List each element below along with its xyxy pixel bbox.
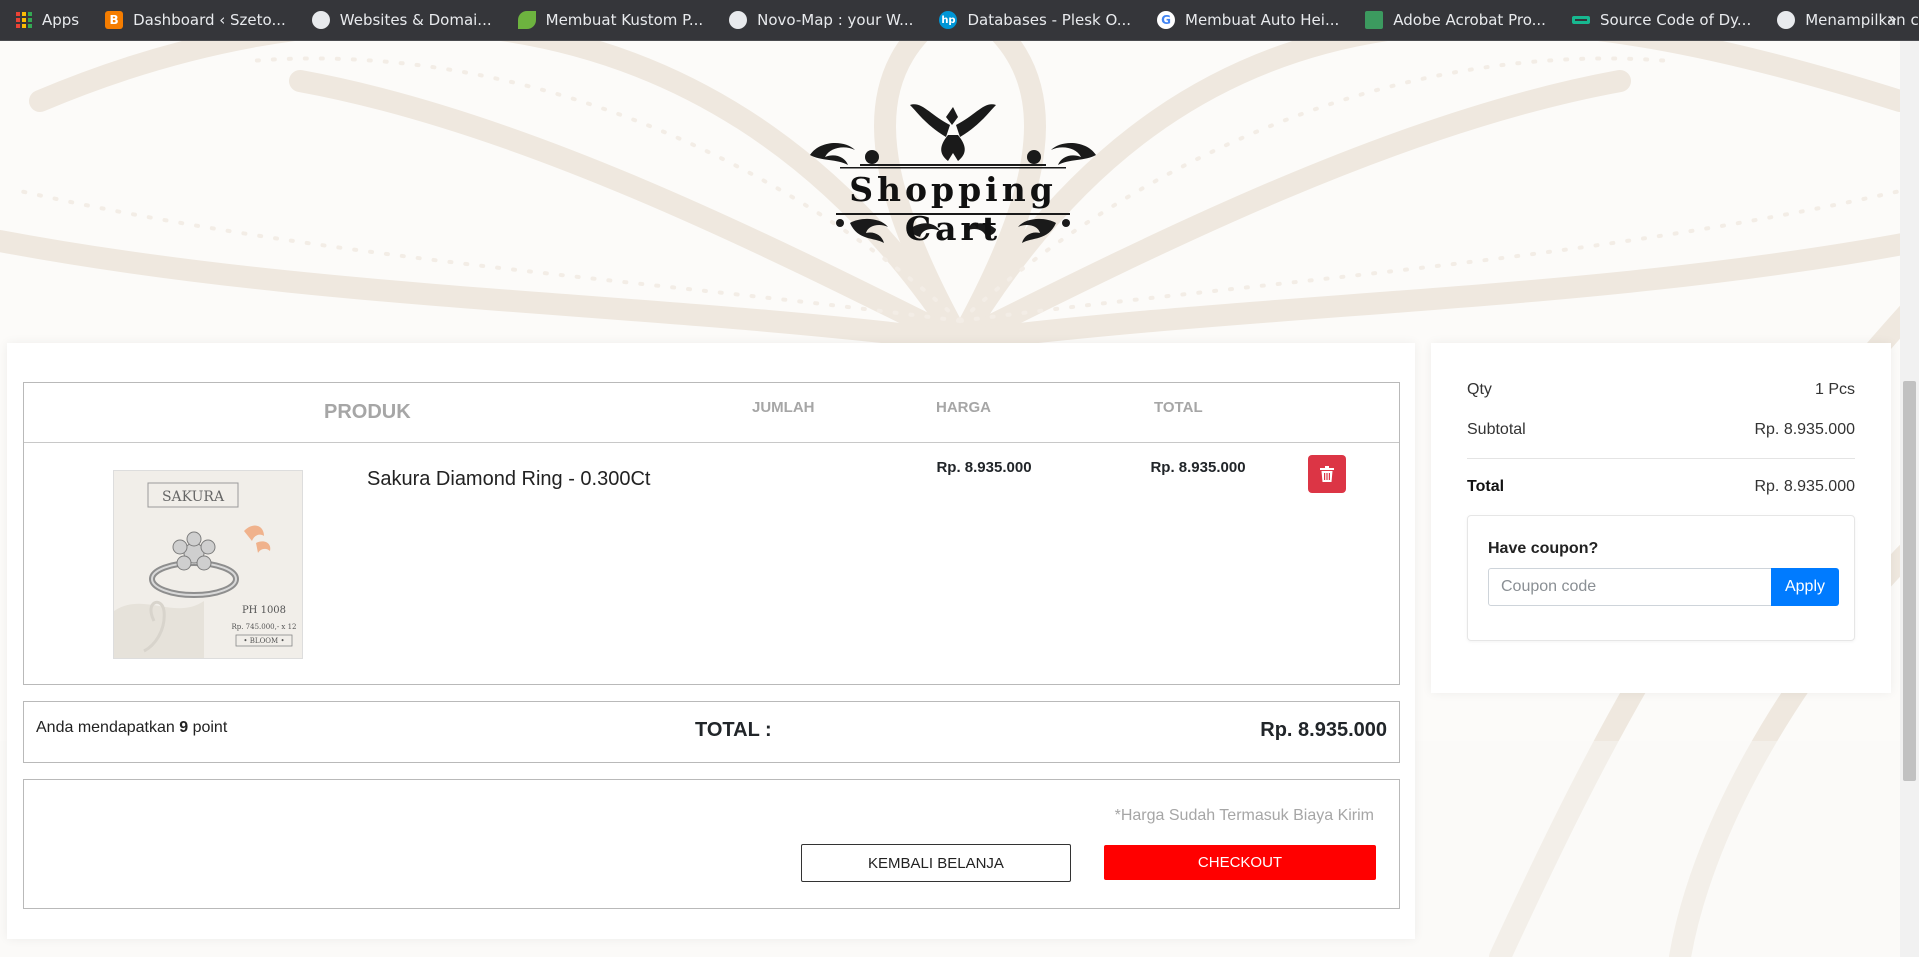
page-scrollbar[interactable] — [1900, 41, 1919, 957]
shipping-note: *Harga Sudah Termasuk Biaya Kirim — [1114, 807, 1374, 824]
points-prefix: Anda mendapatkan — [36, 719, 180, 736]
points-suffix: point — [188, 719, 228, 736]
subtotal-value: Rp. 8.935.000 — [1754, 421, 1855, 438]
points-value: 9 — [179, 719, 189, 736]
coupon-input[interactable] — [1488, 568, 1772, 606]
page-title: Shopping Cart — [849, 170, 1057, 248]
cart-table-header: PRODUK JUMLAH HARGA TOTAL — [24, 383, 1399, 443]
bookmark-membuat-kustom[interactable]: Membuat Kustom P... — [517, 11, 704, 29]
bookmark-auto-height[interactable]: G Membuat Auto Hei... — [1157, 11, 1339, 29]
trash-icon — [1320, 466, 1334, 482]
globe-icon — [729, 11, 748, 29]
bookmark-acrobat[interactable]: Adobe Acrobat Pro... — [1365, 11, 1546, 29]
scrollbar-thumb[interactable] — [1903, 381, 1916, 781]
column-header-produk: PRODUK — [324, 401, 411, 423]
cart-card: PRODUK JUMLAH HARGA TOTAL SAKURA PH 1008… — [7, 343, 1415, 939]
points-text: Anda mendapatkan 9 point — [36, 719, 227, 737]
bookmark-label: Menampilkan chec... — [1805, 11, 1919, 29]
shopping-cart-logo: Shopping Cart — [800, 95, 1106, 255]
bookmark-label: Websites & Domai... — [339, 11, 492, 29]
summary-total-label: Total — [1467, 478, 1505, 495]
bookmark-apps[interactable]: Apps — [16, 11, 79, 29]
image-brand-text: SAKURA — [162, 489, 225, 505]
globe-icon — [311, 11, 330, 29]
acrobat-icon — [1365, 11, 1384, 29]
apps-grid-icon — [16, 12, 32, 28]
total-label: TOTAL : — [695, 719, 772, 741]
hp-icon: hp — [939, 11, 958, 29]
order-summary-card: Qty 1 Pcs Subtotal Rp. 8.935.000 Total R… — [1431, 343, 1891, 693]
delete-item-button[interactable] — [1308, 455, 1346, 493]
bookmark-label: Apps — [42, 11, 80, 29]
bookmarks-bar: Apps B Dashboard ‹ Szeto... Websites & D… — [0, 0, 1919, 41]
cart-table: PRODUK JUMLAH HARGA TOTAL SAKURA PH 1008… — [23, 382, 1400, 685]
code-icon — [1571, 16, 1590, 24]
image-price-text: Rp. 745.000,- x 12 — [231, 623, 296, 631]
coupon-title: Have coupon? — [1488, 540, 1599, 557]
bookmark-label: Membuat Auto Hei... — [1185, 11, 1340, 29]
column-header-total: TOTAL — [1154, 399, 1203, 416]
qty-label: Qty — [1467, 381, 1492, 398]
checkout-button[interactable]: CHECKOUT — [1104, 845, 1376, 880]
summary-total-value: Rp. 8.935.000 — [1754, 478, 1855, 495]
bookmark-label: Databases - Plesk O... — [967, 11, 1132, 29]
bookmark-databases[interactable]: hp Databases - Plesk O... — [939, 11, 1131, 29]
subtotal-label: Subtotal — [1467, 421, 1526, 438]
image-tag-text: • BLOOM • — [243, 637, 284, 645]
ring-product-image: SAKURA PH 1008 Rp. 745.000,- x 12 • BLOO… — [114, 471, 302, 658]
blogger-icon: B — [105, 11, 124, 29]
product-total: Rp. 8.935.000 — [1150, 459, 1246, 476]
bookmark-novo-map[interactable]: Novo-Map : your W... — [729, 11, 913, 29]
bookmark-menampilkan[interactable]: Menampilkan chec... — [1777, 11, 1919, 29]
bookmarks-more-button[interactable]: » — [1887, 9, 1897, 28]
bookmark-label: Membuat Kustom P... — [545, 11, 704, 29]
cart-actions: *Harga Sudah Termasuk Biaya Kirim KEMBAL… — [23, 779, 1400, 909]
bookmark-label: Novo-Map : your W... — [757, 11, 914, 29]
bookmark-websites[interactable]: Websites & Domai... — [311, 11, 492, 29]
product-name[interactable]: Sakura Diamond Ring - 0.300Ct — [367, 468, 650, 491]
bookmark-dashboard[interactable]: B Dashboard ‹ Szeto... — [105, 11, 286, 29]
summary-divider — [1467, 458, 1855, 459]
bookmark-label: Dashboard ‹ Szeto... — [133, 11, 286, 29]
globe-icon — [1777, 11, 1796, 29]
google-icon: G — [1157, 11, 1176, 29]
coupon-box: Have coupon? Apply — [1467, 515, 1855, 641]
bookmark-label: Source Code of Dy... — [1599, 11, 1752, 29]
total-value: Rp. 8.935.000 — [1260, 719, 1387, 741]
cart-total-bar: Anda mendapatkan 9 point TOTAL : Rp. 8.9… — [23, 701, 1400, 763]
column-header-jumlah: JUMLAH — [752, 399, 815, 416]
product-price: Rp. 8.935.000 — [936, 459, 1032, 476]
qty-value: 1 Pcs — [1814, 381, 1855, 398]
leaf-icon — [517, 11, 536, 29]
product-image[interactable]: SAKURA PH 1008 Rp. 745.000,- x 12 • BLOO… — [113, 470, 303, 659]
bookmark-source-code[interactable]: Source Code of Dy... — [1571, 11, 1752, 29]
column-header-harga: HARGA — [936, 399, 991, 416]
image-code-text: PH 1008 — [242, 605, 286, 616]
continue-shopping-button[interactable]: KEMBALI BELANJA — [801, 844, 1071, 882]
bookmark-label: Adobe Acrobat Pro... — [1393, 11, 1546, 29]
apply-coupon-button[interactable]: Apply — [1771, 568, 1839, 606]
